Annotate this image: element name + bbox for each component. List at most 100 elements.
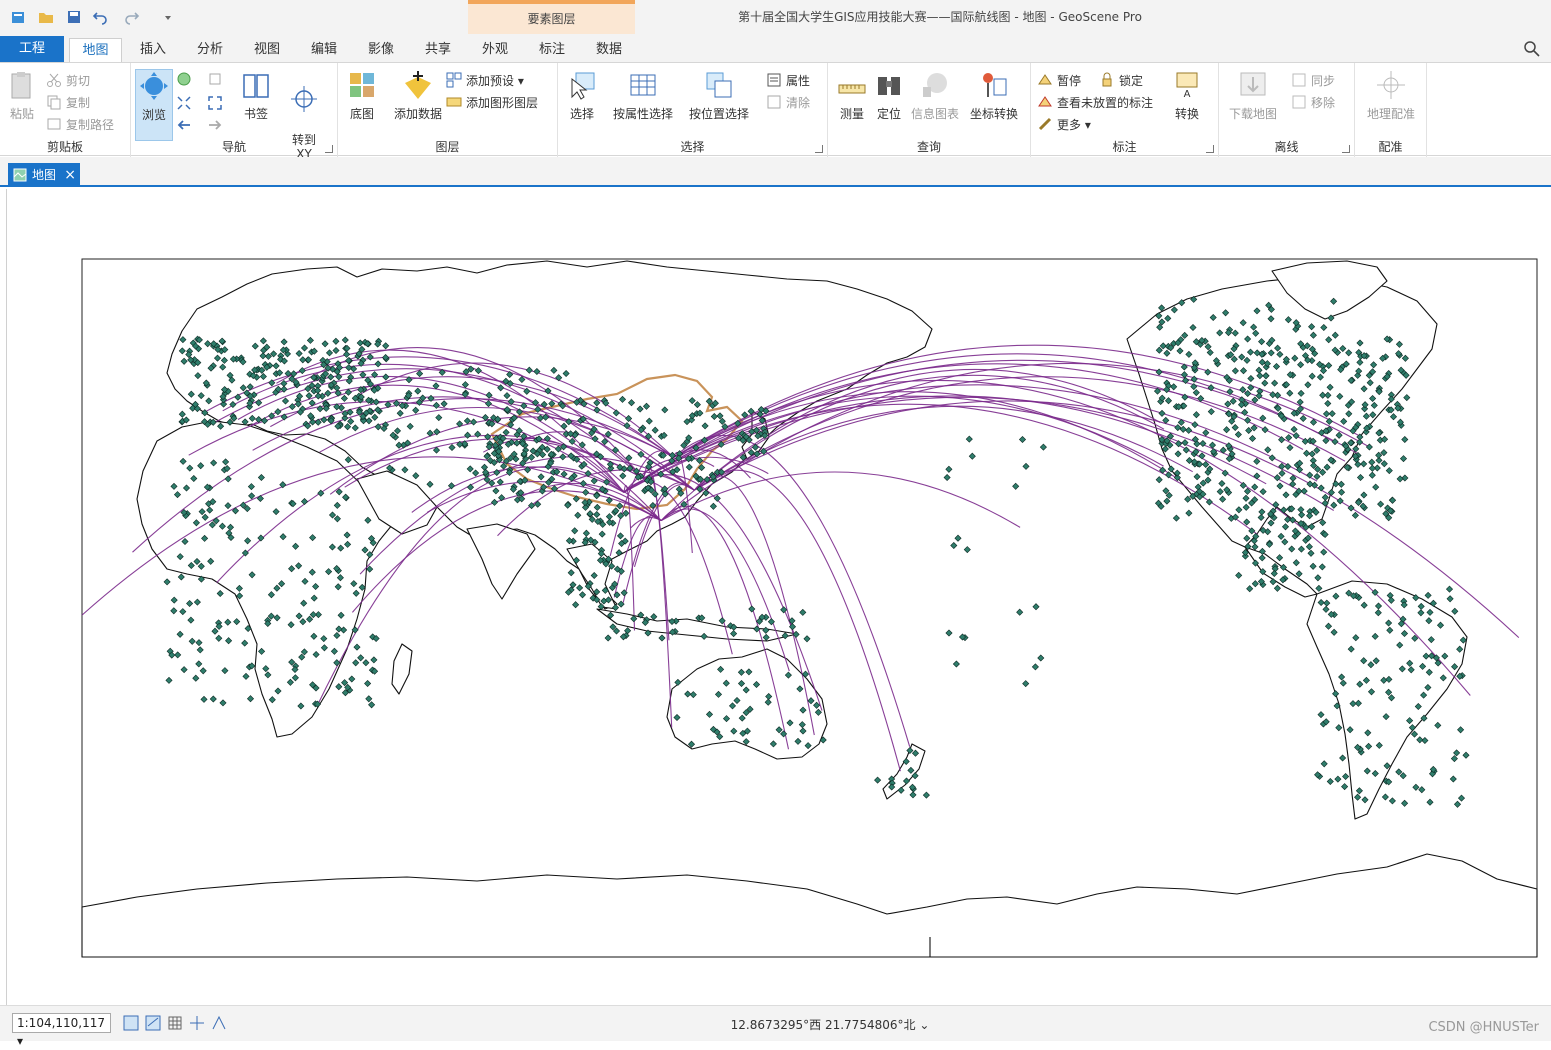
close-icon[interactable]: × [64,163,76,187]
group-label-georeference: 配准 [1378,140,1403,154]
tab-data[interactable]: 数据 [584,38,634,62]
select-icon [571,72,595,100]
coordinate-readout[interactable]: 12.8673295°西 21.7754806°北 ⌄ [700,1016,960,1033]
measure-button[interactable]: 测量 [830,69,874,122]
cut-button[interactable]: 剪切 [46,71,90,91]
explore-label: 浏览 [141,108,166,122]
explore-icon [140,72,168,100]
next-extent-icon[interactable] [207,117,223,133]
undo-icon[interactable] [92,9,108,25]
add-graphics-layer-button[interactable]: 添加图形图层 [446,93,538,113]
attributes-icon [767,73,781,87]
more-button[interactable]: 更多 ▾ [1037,115,1091,135]
group-labeling: 暂停 锁定 查看未放置的标注 更多 ▾ A 转换 标注 [1031,63,1219,157]
offline-launcher[interactable] [1342,145,1350,153]
tab-edit[interactable]: 编辑 [299,38,349,62]
bookmarks-button[interactable]: 书签 [231,69,281,122]
basemap-button[interactable]: 底图 [340,69,384,122]
previous-extent-icon[interactable] [176,117,192,133]
coordinate-value: 12.8673295°西 21.7754806°北 [730,1018,916,1032]
convert-coordinates-button[interactable]: 坐标转换 [962,69,1026,122]
scale-value: 1:104,110,117 [17,1016,106,1030]
tab-imagery[interactable]: 影像 [356,38,406,62]
group-label-clipboard: 剪贴板 [46,140,83,154]
add-graphics-label: 添加图形图层 [466,96,539,110]
copy-button[interactable]: 复制 [46,93,90,113]
map-view[interactable] [6,189,1549,1005]
new-project-icon[interactable] [10,9,26,25]
tab-view[interactable]: 视图 [242,38,292,62]
select-by-attributes-button[interactable]: 按属性选择 [608,69,678,122]
tab-appearance[interactable]: 外观 [470,38,520,62]
customize-qat-icon[interactable] [160,9,176,25]
tab-map[interactable]: 地图 [69,38,122,62]
lock-labels-button[interactable]: 锁定 [1099,71,1143,91]
open-project-icon[interactable] [38,9,54,25]
layer-extent-icon[interactable] [207,71,223,87]
view-unplaced-button[interactable]: 查看未放置的标注 [1037,93,1153,113]
search-icon[interactable] [1523,40,1541,58]
cut-label: 剪切 [66,74,91,88]
lock-label: 锁定 [1119,74,1144,88]
copy-path-button[interactable]: 复制路径 [46,115,114,135]
clear-selection-button[interactable]: 清除 [766,93,810,113]
constraints-icon[interactable] [188,1014,206,1032]
add-data-button[interactable]: 添加数据 [388,69,448,122]
tab-labeling[interactable]: 标注 [527,38,577,62]
download-map-label: 下载地图 [1228,107,1277,121]
tab-project[interactable]: 工程 [0,36,64,62]
pause-label: 暂停 [1057,74,1082,88]
fixed-zoom-in-icon[interactable] [176,95,192,111]
remove-icon [1292,95,1306,109]
infographics-label: 信息图表 [910,107,959,121]
navigate-launcher[interactable] [325,145,333,153]
full-extent-icon[interactable] [176,71,192,87]
remove-button[interactable]: 移除 [1291,93,1335,113]
infographics-button[interactable]: 信息图表 [908,69,962,122]
select-button[interactable]: 选择 [560,69,604,122]
fixed-zoom-icon[interactable] [122,1014,140,1032]
clear-label: 清除 [786,96,811,110]
georeference-icon [1377,71,1405,99]
copy-path-label: 复制路径 [66,118,115,132]
lock-icon [1102,72,1112,87]
attributes-label: 属性 [786,74,811,88]
save-icon[interactable] [66,9,82,25]
group-inquiry: 测量 定位 信息图表 坐标转换 查询 [828,63,1031,157]
locate-label: 定位 [876,107,901,121]
scissors-icon [47,73,61,87]
explore-button[interactable]: 浏览 [135,69,173,141]
paste-button[interactable]: 粘贴 [2,69,42,122]
select-by-location-button[interactable]: 按位置选择 [684,69,754,122]
add-preset-button[interactable]: 添加预设 ▾ [446,71,524,91]
locate-button[interactable]: 定位 [870,69,908,122]
map-canvas[interactable] [7,189,1550,1005]
sync-button[interactable]: 同步 [1291,71,1335,91]
pause-labels-button[interactable]: 暂停 [1037,71,1081,91]
selection-launcher[interactable] [815,145,823,153]
scale-selector[interactable]: 1:104,110,117 ▾ [12,1013,111,1048]
tab-analysis[interactable]: 分析 [185,38,235,62]
graphics-layer-icon [446,97,462,107]
georeference-label: 地理配准 [1366,107,1415,121]
grid-icon[interactable] [166,1014,184,1032]
convert-label-icon: A [1176,72,1198,100]
tab-insert[interactable]: 插入 [128,38,178,62]
clear-icon [767,95,781,109]
title-bar: 要素图层 第十届全国大学生GIS应用技能大赛——国际航线图 - 地图 - Geo… [0,0,1551,62]
redo-icon[interactable] [124,9,140,25]
download-map-icon [1240,72,1266,96]
attributes-button[interactable]: 属性 [766,71,810,91]
tab-share[interactable]: 共享 [413,38,463,62]
correction-icon[interactable] [210,1014,228,1032]
select-label: 选择 [569,107,594,121]
georeference-button[interactable]: 地理配准 [1359,69,1423,122]
map-view-tab[interactable]: 地图 × [8,163,80,187]
group-clipboard: 粘贴 剪切 复制 复制路径 剪贴板 [0,63,131,157]
download-map-button[interactable]: 下载地图 [1223,69,1283,122]
convert-labels-button[interactable]: A 转换 [1167,69,1207,122]
snapping-icon[interactable] [144,1014,162,1032]
fixed-zoom-out-icon[interactable] [207,95,223,111]
binoculars-icon [878,77,900,95]
labeling-launcher[interactable] [1206,145,1214,153]
